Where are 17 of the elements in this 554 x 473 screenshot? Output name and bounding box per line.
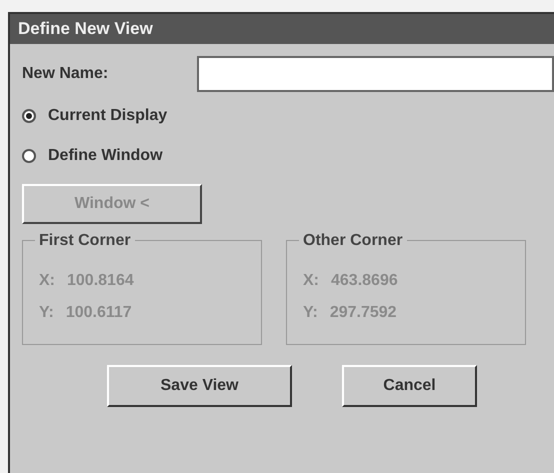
coordinate-value: 100.6117 (66, 303, 132, 323)
radio-button[interactable] (22, 109, 36, 123)
name-field[interactable] (196, 56, 554, 92)
option-label[interactable]: Current Display (48, 104, 168, 128)
coordinate-value: 297.7592 (330, 303, 397, 323)
dialog-button[interactable]: Cancel (342, 365, 477, 407)
coordinate-value: 463.8696 (331, 271, 398, 291)
axis-label: Y: (39, 303, 54, 323)
axis-label: Y: (303, 303, 318, 323)
field-label: New Name: (22, 64, 110, 84)
dialog-button[interactable]: Save View (107, 365, 292, 407)
window-title: Define New View (18, 18, 153, 40)
radio-button[interactable] (22, 149, 36, 163)
axis-label: X: (303, 271, 319, 291)
axis-label: X: (39, 271, 55, 291)
coordinate-value: 100.8164 (67, 271, 134, 291)
option-label[interactable]: Define Window (48, 144, 163, 168)
